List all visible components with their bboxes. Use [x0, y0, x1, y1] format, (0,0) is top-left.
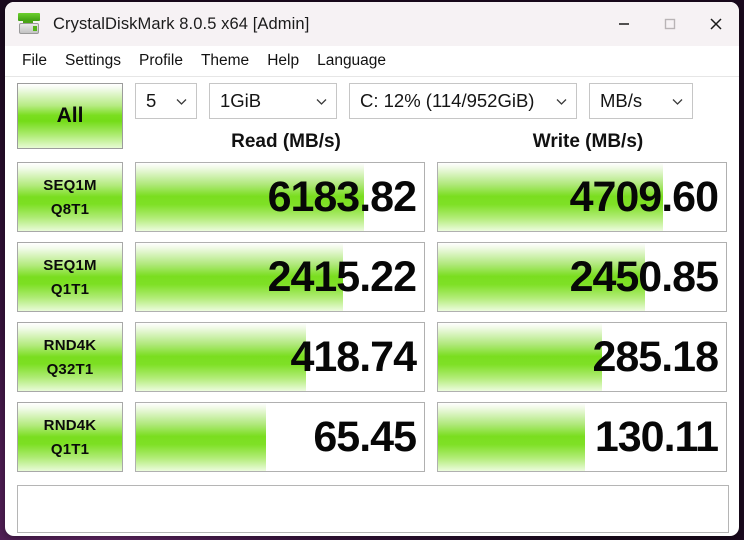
read-result-fill: [136, 323, 306, 391]
drive-select-value: C: 12% (114/952GiB): [360, 90, 535, 111]
read-result-bar[interactable]: 2415.22: [135, 242, 425, 312]
chevron-down-icon: [315, 97, 328, 106]
test-label-line1: RND4K: [43, 416, 97, 434]
test-label-line2: Q1T1: [50, 280, 90, 298]
column-headers: Read (MB/s) Write (MB/s): [5, 129, 739, 157]
test-count-dropdown[interactable]: 5: [135, 83, 197, 119]
write-result-bar[interactable]: 130.11: [437, 402, 727, 472]
disk-drive-icon: [16, 11, 42, 37]
menu-item-language[interactable]: Language: [308, 50, 395, 72]
test-label-line1: RND4K: [43, 336, 97, 354]
test-size-value: 1GiB: [220, 90, 262, 111]
test-label-seq1m-q8t1[interactable]: SEQ1M Q8T1: [17, 162, 123, 232]
write-result-value: 130.11: [594, 412, 719, 461]
write-result-value: 2450.85: [569, 252, 719, 301]
read-result-value: 2415.22: [267, 252, 417, 301]
menu-item-file[interactable]: File: [13, 50, 56, 72]
chevron-down-icon: [555, 97, 568, 106]
write-result-fill: [438, 323, 603, 391]
maximize-icon: [664, 18, 676, 30]
test-label-rnd4k-q1t1[interactable]: RND4K Q1T1: [17, 402, 123, 472]
test-label-seq1m-q1t1[interactable]: SEQ1M Q1T1: [17, 242, 123, 312]
close-icon: [710, 18, 722, 30]
menu-item-settings[interactable]: Settings: [56, 50, 130, 72]
table-row: SEQ1M Q8T1 6183.82 4709.60: [17, 157, 729, 237]
drive-select-dropdown[interactable]: C: 12% (114/952GiB): [349, 83, 577, 119]
title-bar: CrystalDiskMark 8.0.5 x64 [Admin]: [5, 2, 739, 46]
close-button[interactable]: [693, 2, 739, 46]
application-window: CrystalDiskMark 8.0.5 x64 [Admin] File S…: [5, 2, 739, 536]
toolbar: All 5 1GiB C: 12% (114/952GiB) MB/s: [5, 77, 739, 149]
table-row: RND4K Q32T1 418.74 285.18: [17, 317, 729, 397]
write-result-value: 4709.60: [569, 172, 719, 221]
test-label-line1: SEQ1M: [43, 176, 97, 194]
write-result-bar[interactable]: 2450.85: [437, 242, 727, 312]
test-label-line2: Q32T1: [46, 360, 94, 378]
write-column-header: Write (MB/s): [532, 131, 644, 152]
maximize-button[interactable]: [647, 2, 693, 46]
unit-value: MB/s: [600, 90, 643, 111]
menu-bar: File Settings Profile Theme Help Languag…: [5, 46, 739, 77]
window-controls: [601, 2, 739, 46]
test-size-dropdown[interactable]: 1GiB: [209, 83, 337, 119]
read-result-value: 65.45: [313, 412, 417, 461]
table-row: RND4K Q1T1 65.45 130.11: [17, 397, 729, 477]
minimize-icon: [619, 23, 629, 25]
read-result-value: 6183.82: [267, 172, 417, 221]
read-result-value: 418.74: [290, 332, 417, 381]
read-column-header: Read (MB/s): [231, 131, 341, 152]
test-label-rnd4k-q32t1[interactable]: RND4K Q32T1: [17, 322, 123, 392]
read-result-bar[interactable]: 418.74: [135, 322, 425, 392]
unit-dropdown[interactable]: MB/s: [589, 83, 693, 119]
read-result-fill: [136, 403, 266, 471]
chevron-down-icon: [175, 97, 188, 106]
write-result-fill: [438, 403, 585, 471]
test-label-line1: SEQ1M: [43, 256, 97, 274]
write-result-bar[interactable]: 4709.60: [437, 162, 727, 232]
chevron-down-icon: [671, 97, 684, 106]
test-label-line2: Q1T1: [50, 440, 90, 458]
header-spacer: [17, 129, 135, 157]
write-result-value: 285.18: [592, 332, 719, 381]
write-result-bar[interactable]: 285.18: [437, 322, 727, 392]
test-count-value: 5: [146, 90, 157, 111]
window-title: CrystalDiskMark 8.0.5 x64 [Admin]: [53, 14, 310, 33]
comment-input[interactable]: [17, 485, 729, 533]
menu-item-profile[interactable]: Profile: [130, 50, 192, 72]
results-table: SEQ1M Q8T1 6183.82 4709.60 SEQ1M Q1T1 24…: [5, 157, 739, 477]
test-label-line2: Q8T1: [50, 200, 90, 218]
read-result-bar[interactable]: 65.45: [135, 402, 425, 472]
minimize-button[interactable]: [601, 2, 647, 46]
menu-item-theme[interactable]: Theme: [192, 50, 258, 72]
read-result-bar[interactable]: 6183.82: [135, 162, 425, 232]
table-row: SEQ1M Q1T1 2415.22 2450.85: [17, 237, 729, 317]
menu-item-help[interactable]: Help: [258, 50, 308, 72]
